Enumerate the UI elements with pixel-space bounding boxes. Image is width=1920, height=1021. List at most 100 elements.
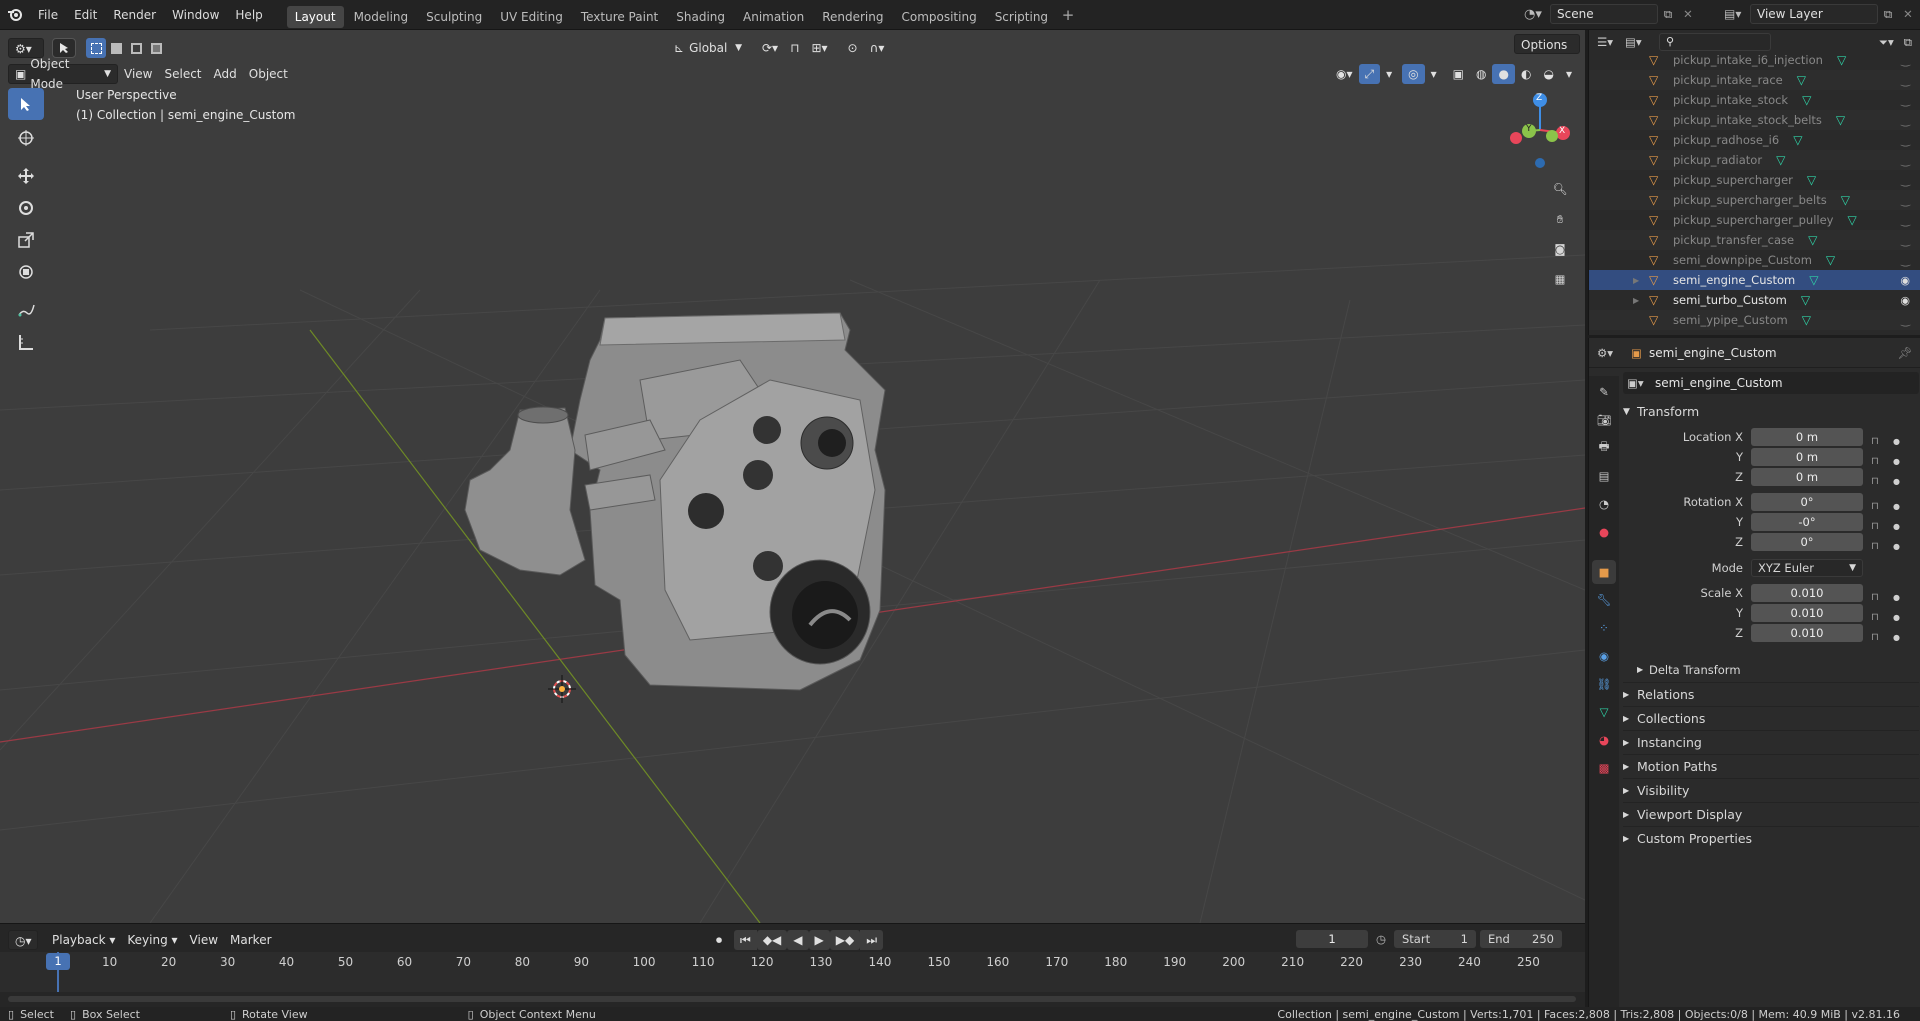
expand-arrow-icon[interactable]: ▶ [1633,276,1645,285]
lock-icon[interactable]: ⊓ [1871,456,1879,467]
menu-timeline-view[interactable]: View [184,930,224,950]
object-data-tab-icon[interactable]: ▽ [1592,700,1616,724]
options-dropdown[interactable]: Options [1514,34,1580,54]
eye-closed-icon[interactable]: ‿ [1901,154,1910,167]
outliner-item[interactable]: ▽ pickup_supercharger ▽ ‿ [1589,170,1920,190]
display-mode-icon[interactable]: ▤▾ [1625,35,1653,49]
pan-hand-icon[interactable]: ✋︎ [1547,206,1573,232]
next-keyframe-icon[interactable]: ▶◆ [829,930,861,950]
shading-solid-icon[interactable]: ● [1492,64,1515,84]
falloff-icon[interactable]: ∩▾ [864,38,891,58]
add-workspace-icon[interactable]: + [1058,6,1078,24]
end-frame-field[interactable]: End 250 [1480,930,1562,948]
tab-modeling[interactable]: Modeling [346,6,417,28]
visibility-icon[interactable]: ◉▾ [1330,64,1359,84]
outliner-editor-type-icon[interactable]: ☰▾ [1597,35,1625,49]
transform-tool[interactable] [8,256,44,288]
menu-render[interactable]: Render [105,0,164,30]
keyframe-dot-icon[interactable]: ● [1893,502,1900,511]
tab-rendering[interactable]: Rendering [814,6,891,28]
outliner-item[interactable]: ▽ pickup_intake_stock ▽ ‿ [1589,90,1920,110]
mesh-data-icon[interactable]: ▽ [1776,153,1785,167]
eye-closed-icon[interactable]: ‿ [1901,314,1910,327]
pivot-point-icon[interactable]: ⟳▾ [756,38,784,58]
delete-scene-icon[interactable]: ✕ [1678,7,1698,21]
mesh-data-icon[interactable]: ▽ [1826,253,1835,267]
menu-keying[interactable]: Keying ▾ [121,930,183,950]
outliner-item[interactable]: ▽ pickup_intake_race ▽ ‿ [1589,70,1920,90]
select-box-tool[interactable] [8,88,44,120]
location-z-field[interactable]: 0 m [1751,468,1863,486]
mesh-data-icon[interactable]: ▽ [1793,133,1802,147]
start-frame-field[interactable]: Start 1 [1394,930,1476,948]
rotation-x-field[interactable]: 0° [1751,493,1863,511]
menu-view[interactable]: View [118,64,158,84]
outliner-item[interactable]: ▽ pickup_radhose_i6 ▽ ‿ [1589,130,1920,150]
tab-texture-paint[interactable]: Texture Paint [573,6,666,28]
tab-scripting[interactable]: Scripting [987,6,1056,28]
eye-open-icon[interactable]: ◉ [1900,274,1910,287]
tab-shading[interactable]: Shading [668,6,733,28]
lock-icon[interactable]: ⊓ [1871,521,1879,532]
timeline-scrollbar[interactable] [8,996,1576,1002]
scene-icon[interactable]: ◔▾ [1524,7,1550,22]
location-x-field[interactable]: 0 m [1751,428,1863,446]
tool-tab-icon[interactable]: ✎ [1592,380,1616,404]
gizmo-dropdown-icon[interactable]: ▾ [1380,64,1398,84]
lock-icon[interactable]: ⊓ [1871,501,1879,512]
eye-closed-icon[interactable]: ‿ [1901,54,1910,67]
outliner-item[interactable]: ▶ ▽ semi_turbo_Custom ▽ ◉ [1589,290,1920,310]
eye-open-icon[interactable]: ◉ [1900,294,1910,307]
object-type-icon[interactable]: ▣▾ [1627,376,1655,390]
lock-icon[interactable]: ⊓ [1871,476,1879,487]
keyframe-dot-icon[interactable]: ● [1893,613,1900,622]
keyframe-dot-icon[interactable]: ● [1893,542,1900,551]
view-layer-icon[interactable]: ▤▾ [1724,7,1750,21]
keyframe-dot-icon[interactable]: ● [1893,593,1900,602]
outliner-search-field[interactable]: ⚲ [1659,33,1771,51]
particles-tab-icon[interactable]: ⁘ [1592,616,1616,640]
mesh-data-icon[interactable]: ▽ [1809,273,1818,287]
mesh-data-icon[interactable]: ▽ [1836,113,1845,127]
outliner-item[interactable]: ▽ pickup_radiator ▽ ‿ [1589,150,1920,170]
filter-icon[interactable]: ⏷▾ [1879,35,1894,50]
timeline-editor-type-icon[interactable]: ◷▾ [8,930,38,950]
tab-sculpting[interactable]: Sculpting [418,6,490,28]
select-subtract-icon[interactable] [126,38,146,58]
scale-y-field[interactable]: 0.010 [1751,604,1863,622]
rotate-tool[interactable] [8,192,44,224]
panel-header[interactable]: ▶ Viewport Display [1623,802,1919,826]
menu-edit[interactable]: Edit [66,0,105,30]
panel-header[interactable]: ▶ Relations [1623,682,1919,706]
outliner-item[interactable]: ▶ ▽ semi_engine_Custom ▽ ◉ [1589,270,1920,290]
lock-icon[interactable]: ⊓ [1871,436,1879,447]
overlays-dropdown-icon[interactable]: ▾ [1425,64,1443,84]
eye-closed-icon[interactable]: ‿ [1901,74,1910,87]
play-reverse-icon[interactable]: ◀ [787,930,809,950]
menu-file[interactable]: File [30,0,66,30]
expand-arrow-icon[interactable]: ▶ [1633,296,1645,305]
lock-icon[interactable]: ⊓ [1871,592,1879,603]
object-tab-icon[interactable]: ■ [1592,560,1616,584]
panel-header[interactable]: ▶ Collections [1623,706,1919,730]
rotation-mode-dropdown[interactable]: XYZ Euler ▼ [1751,559,1863,577]
menu-add[interactable]: Add [208,64,243,84]
scale-tool[interactable] [8,224,44,256]
properties-editor-type-icon[interactable]: ⚙▾ [1597,346,1631,360]
keyframe-dot-icon[interactable]: ● [1893,477,1900,486]
modifiers-tab-icon[interactable]: 🔧︎ [1592,588,1616,612]
panel-header[interactable]: ▶ Instancing [1623,730,1919,754]
mesh-data-icon[interactable]: ▽ [1808,233,1817,247]
new-collection-icon[interactable]: ⧉ [1904,35,1912,50]
navigation-gizmo[interactable]: Z X Y [1500,88,1580,168]
play-icon[interactable]: ▶ [808,930,830,950]
material-tab-icon[interactable]: ◕ [1592,728,1616,752]
output-tab-icon[interactable]: 🖶︎ [1592,436,1616,460]
zoom-icon[interactable]: 🔍︎ [1547,176,1573,202]
menu-marker[interactable]: Marker [224,930,277,950]
transform-orientation-dropdown[interactable]: ⊾ Global ▼ [668,38,748,58]
outliner-item[interactable]: ▽ pickup_supercharger_belts ▽ ‿ [1589,190,1920,210]
keyframe-dot-icon[interactable]: ● [1893,437,1900,446]
mesh-data-icon[interactable]: ▽ [1848,213,1857,227]
scene-tab-icon[interactable]: ◔ [1592,492,1616,516]
